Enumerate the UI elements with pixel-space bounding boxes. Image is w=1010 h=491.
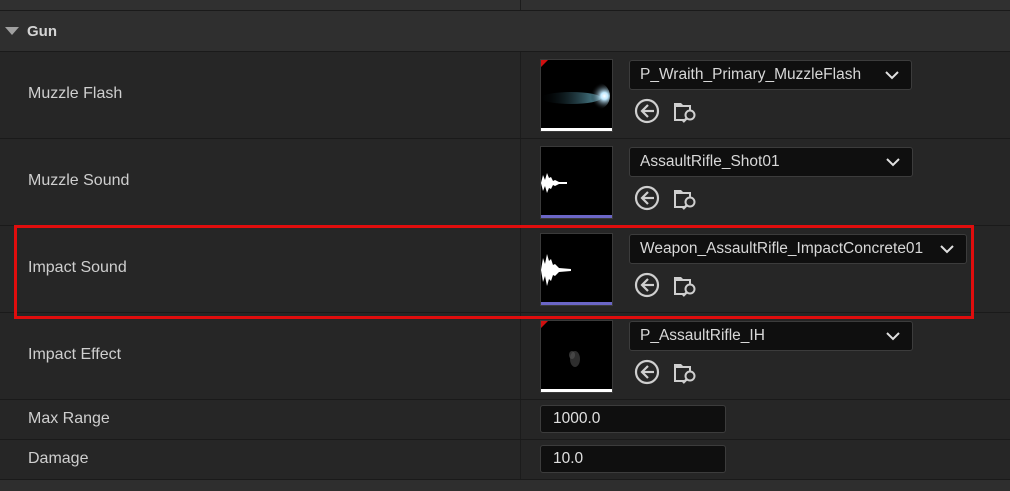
chevron-down-icon	[886, 332, 900, 341]
property-row-muzzle-flash: Muzzle Flash P_Wraith_Primary_MuzzleFlas…	[0, 52, 1010, 139]
property-label: Damage	[28, 450, 89, 467]
chevron-down-icon	[885, 71, 899, 80]
max-range-input[interactable]: 1000.0	[540, 405, 726, 433]
asset-picker-combo[interactable]: Weapon_AssaultRifle_ImpactConcrete01	[629, 234, 967, 264]
bottom-strip	[0, 480, 1010, 491]
asset-thumbnail[interactable]	[540, 233, 613, 306]
property-label: Impact Sound	[28, 259, 127, 276]
use-selected-arrow-left-circle-icon[interactable]	[633, 97, 661, 125]
browse-folder-search-icon[interactable]	[671, 358, 699, 386]
property-label: Muzzle Flash	[28, 85, 123, 102]
asset-picker-combo[interactable]: AssaultRifle_Shot01	[629, 147, 913, 177]
property-row-max-range: Max Range 1000.0	[0, 400, 1010, 440]
browse-folder-search-icon[interactable]	[671, 97, 699, 125]
chevron-down-icon	[886, 158, 900, 167]
asset-name: P_Wraith_Primary_MuzzleFlash	[640, 66, 862, 83]
use-selected-arrow-left-circle-icon[interactable]	[633, 358, 661, 386]
property-row-muzzle-sound: Muzzle Sound AssaultRifle_Shot01	[0, 139, 1010, 226]
property-row-impact-effect: Impact Effect P_AssaultRifle_IH	[0, 313, 1010, 400]
property-row-impact-sound: Impact Sound Weapon_AssaultRifle_ImpactC…	[0, 226, 1010, 313]
asset-thumbnail[interactable]	[540, 320, 613, 393]
asset-thumbnail[interactable]	[540, 146, 613, 219]
property-row-damage: Damage 10.0	[0, 440, 1010, 480]
browse-folder-search-icon[interactable]	[671, 271, 699, 299]
asset-name: P_AssaultRifle_IH	[640, 327, 765, 344]
chevron-down-icon	[940, 245, 954, 254]
use-selected-arrow-left-circle-icon[interactable]	[633, 271, 661, 299]
property-label: Max Range	[28, 410, 110, 427]
category-title: Gun	[27, 22, 57, 40]
browse-folder-search-icon[interactable]	[671, 184, 699, 212]
asset-picker-combo[interactable]: P_Wraith_Primary_MuzzleFlash	[629, 60, 912, 90]
property-label: Impact Effect	[28, 346, 122, 363]
property-label: Muzzle Sound	[28, 172, 130, 189]
collapse-arrow-icon[interactable]	[5, 27, 19, 35]
asset-thumbnail[interactable]	[540, 59, 613, 132]
top-strip	[0, 0, 1010, 11]
use-selected-arrow-left-circle-icon[interactable]	[633, 184, 661, 212]
asset-picker-combo[interactable]: P_AssaultRifle_IH	[629, 321, 913, 351]
asset-name: Weapon_AssaultRifle_ImpactConcrete01	[640, 240, 924, 257]
category-header-gun[interactable]: Gun	[0, 11, 1010, 52]
asset-name: AssaultRifle_Shot01	[640, 153, 780, 170]
damage-input[interactable]: 10.0	[540, 445, 726, 473]
